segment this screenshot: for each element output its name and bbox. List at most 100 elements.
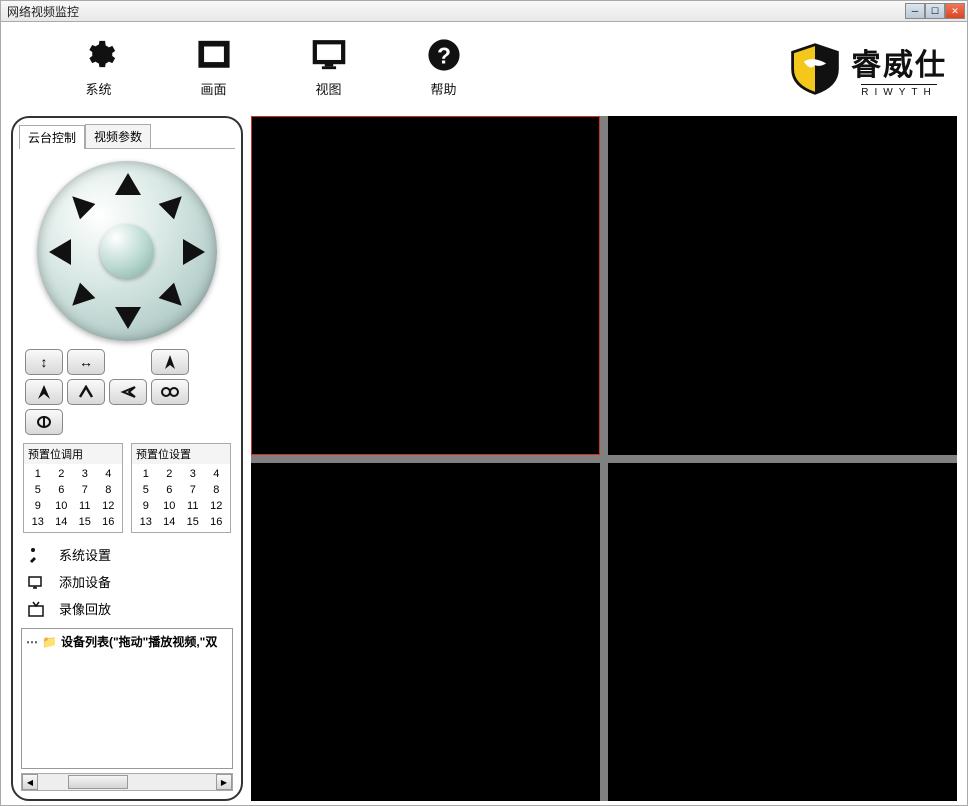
preset-cell[interactable]: 7 bbox=[181, 482, 205, 498]
scroll-left-button[interactable]: ◀ bbox=[22, 774, 38, 790]
tree-root-row[interactable]: ⋯ 📁 设备列表("拖动"播放视频,"双 bbox=[26, 633, 228, 650]
video-cell-3[interactable] bbox=[251, 463, 600, 802]
preset-cell[interactable]: 12 bbox=[97, 498, 121, 514]
zoom-out-button[interactable] bbox=[25, 379, 63, 405]
toolbar-system[interactable]: 系统 bbox=[41, 37, 156, 98]
scroll-track[interactable] bbox=[38, 774, 216, 790]
close-button[interactable]: ✕ bbox=[945, 3, 965, 19]
preset-cell[interactable]: 9 bbox=[26, 498, 50, 514]
maximize-button[interactable]: ☐ bbox=[925, 3, 945, 19]
preset-cell[interactable]: 13 bbox=[134, 514, 158, 530]
preset-cell[interactable]: 3 bbox=[181, 466, 205, 482]
window-title: 网络视频监控 bbox=[7, 3, 79, 20]
preset-cell[interactable]: 15 bbox=[73, 514, 97, 530]
titlebar: 网络视频监控 ─ ☐ ✕ bbox=[0, 0, 968, 22]
toolbar-help[interactable]: ? 帮助 bbox=[386, 37, 501, 98]
ptz-down-icon[interactable] bbox=[115, 307, 141, 329]
preset-cell[interactable]: 1 bbox=[26, 466, 50, 482]
preset-cell[interactable]: 8 bbox=[97, 482, 121, 498]
preset-cell[interactable]: 15 bbox=[181, 514, 205, 530]
preset-cell[interactable]: 12 bbox=[205, 498, 229, 514]
ptz-wheel bbox=[37, 161, 217, 341]
preset-recall-grid: 1 2 3 4 5 6 7 8 9 10 11 12 13 14 15 16 bbox=[24, 464, 122, 532]
preset-cell[interactable]: 8 bbox=[205, 482, 229, 498]
ptz-left-icon[interactable] bbox=[49, 239, 71, 265]
tree-expand-icon[interactable]: ⋯ bbox=[26, 635, 38, 649]
sidebar-tabs: 云台控制 视频参数 bbox=[19, 124, 235, 149]
ptz-downright-icon[interactable] bbox=[158, 282, 189, 313]
preset-cell[interactable]: 4 bbox=[97, 466, 121, 482]
main: 云台控制 视频参数 ↕ ↔ bbox=[0, 112, 968, 806]
add-device-icon bbox=[27, 573, 45, 591]
preset-cell[interactable]: 10 bbox=[50, 498, 74, 514]
toolbar-screen[interactable]: 画面 bbox=[156, 37, 271, 98]
tree-root-label: 设备列表("拖动"播放视频,"双 bbox=[61, 633, 217, 650]
logo-text-en: RIWYTH bbox=[861, 84, 936, 98]
preset-cell[interactable]: 5 bbox=[134, 482, 158, 498]
preset-cell[interactable]: 6 bbox=[158, 482, 182, 498]
toolbar-label: 画面 bbox=[200, 79, 226, 98]
ptz-upright-icon[interactable] bbox=[158, 188, 189, 219]
preset-cell[interactable]: 4 bbox=[205, 466, 229, 482]
preset-cell[interactable]: 2 bbox=[50, 466, 74, 482]
horizontal-scrollbar[interactable]: ◀ ▶ bbox=[21, 773, 233, 791]
ptz-up-icon[interactable] bbox=[115, 173, 141, 195]
toolbar-label: 帮助 bbox=[430, 79, 456, 98]
preset-cell[interactable]: 16 bbox=[205, 514, 229, 530]
preset-cell[interactable]: 1 bbox=[134, 466, 158, 482]
toolbar-view[interactable]: 视图 bbox=[271, 37, 386, 98]
video-cell-1[interactable] bbox=[251, 116, 600, 455]
ptz-circle bbox=[37, 161, 217, 341]
folder-icon: 📁 bbox=[42, 635, 57, 649]
preset-cell[interactable]: 11 bbox=[181, 498, 205, 514]
logo-text-cn: 睿威仕 bbox=[851, 40, 947, 84]
scroll-right-button[interactable]: ▶ bbox=[216, 774, 232, 790]
preset-cell[interactable]: 6 bbox=[50, 482, 74, 498]
scroll-thumb[interactable] bbox=[68, 775, 128, 789]
focus-far-button[interactable] bbox=[25, 409, 63, 435]
minimize-button[interactable]: ─ bbox=[905, 3, 925, 19]
menu-label: 系统设置 bbox=[59, 545, 111, 564]
rectangle-icon bbox=[196, 37, 232, 73]
video-cell-2[interactable] bbox=[608, 116, 957, 455]
device-tree[interactable]: ⋯ 📁 设备列表("拖动"播放视频,"双 bbox=[21, 628, 233, 769]
ptz-horizontal-button[interactable]: ↔ bbox=[67, 349, 105, 375]
preset-cell[interactable]: 14 bbox=[158, 514, 182, 530]
menu-playback[interactable]: 录像回放 bbox=[25, 595, 229, 622]
preset-set-grid: 1 2 3 4 5 6 7 8 9 10 11 12 13 14 15 16 bbox=[132, 464, 230, 532]
ptz-downleft-icon[interactable] bbox=[64, 282, 95, 313]
focus-near-button[interactable] bbox=[151, 379, 189, 405]
sidebar: 云台控制 视频参数 ↕ ↔ bbox=[11, 116, 243, 801]
ptz-right-icon[interactable] bbox=[183, 239, 205, 265]
ptz-buttons: ↕ ↔ bbox=[19, 349, 235, 435]
ptz-center-button[interactable] bbox=[100, 224, 154, 278]
preset-row: 预置位调用 1 2 3 4 5 6 7 8 9 10 11 12 13 14 1… bbox=[19, 443, 235, 533]
preset-cell[interactable]: 14 bbox=[50, 514, 74, 530]
preset-cell[interactable]: 13 bbox=[26, 514, 50, 530]
preset-cell[interactable]: 3 bbox=[73, 466, 97, 482]
preset-recall-title: 预置位调用 bbox=[24, 444, 122, 464]
toolbar-label: 视图 bbox=[315, 79, 341, 98]
toolbar: 系统 画面 视图 ? 帮助 睿威仕 RIWYTH bbox=[0, 22, 968, 112]
menu-add-device[interactable]: 添加设备 bbox=[25, 568, 229, 595]
preset-cell[interactable]: 7 bbox=[73, 482, 97, 498]
zoom-in-button[interactable] bbox=[151, 349, 189, 375]
tv-icon bbox=[27, 600, 45, 618]
video-grid bbox=[251, 116, 957, 801]
aperture-close-button[interactable] bbox=[109, 379, 147, 405]
menu-items: 系统设置 添加设备 录像回放 bbox=[19, 533, 235, 626]
video-cell-4[interactable] bbox=[608, 463, 957, 802]
menu-system-settings[interactable]: 系统设置 bbox=[25, 541, 229, 568]
tab-ptz[interactable]: 云台控制 bbox=[19, 125, 85, 149]
preset-cell[interactable]: 2 bbox=[158, 466, 182, 482]
aperture-open-button[interactable] bbox=[67, 379, 105, 405]
toolbar-label: 系统 bbox=[85, 79, 111, 98]
ptz-vertical-button[interactable]: ↕ bbox=[25, 349, 63, 375]
tab-video-params[interactable]: 视频参数 bbox=[85, 124, 151, 148]
preset-cell[interactable]: 11 bbox=[73, 498, 97, 514]
ptz-upleft-icon[interactable] bbox=[64, 188, 95, 219]
preset-cell[interactable]: 16 bbox=[97, 514, 121, 530]
preset-cell[interactable]: 9 bbox=[134, 498, 158, 514]
preset-cell[interactable]: 5 bbox=[26, 482, 50, 498]
preset-cell[interactable]: 10 bbox=[158, 498, 182, 514]
